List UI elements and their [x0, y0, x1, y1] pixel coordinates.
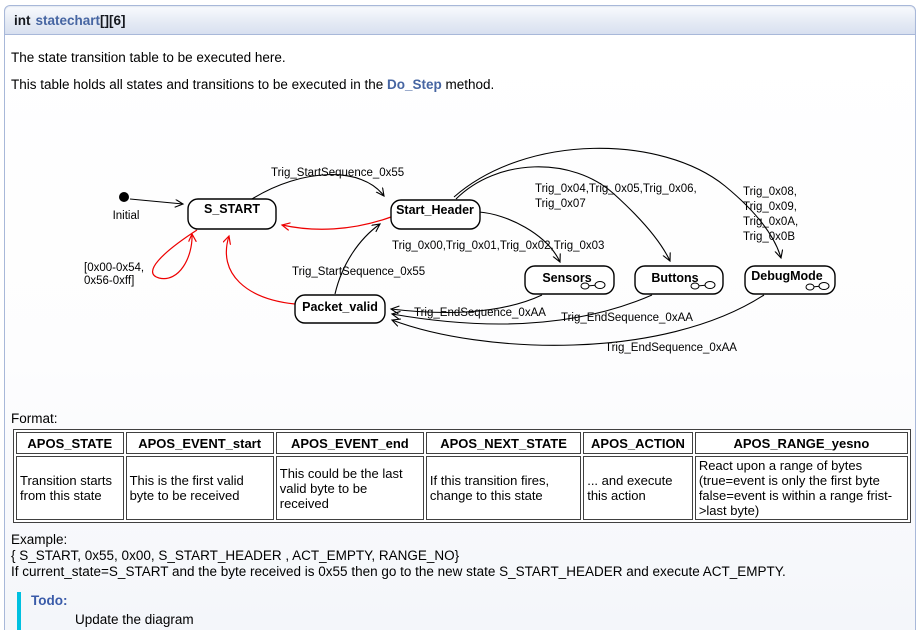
example-explanation: If current_state=S_START and the byte re… — [11, 564, 909, 579]
cell-apos-next-state: If this transition fires, change to this… — [426, 456, 581, 520]
member-documentation: The state transition table to be execute… — [4, 35, 916, 630]
transition-startheader-to-sensors — [479, 212, 560, 262]
label-to-sensors: Trig_0x00,Trig_0x01,Trig_0x02,Trig_0x03 — [392, 240, 604, 252]
doc-brief: The state transition table to be execute… — [11, 35, 909, 65]
label-to-debug-line4: Trig_0x0B — [743, 231, 795, 243]
cell-apos-state: Transition starts from this state — [16, 456, 124, 520]
label-end-sequence-buttons: Trig_EndSequence_0xAA — [561, 312, 693, 324]
label-end-sequence-sensors: Trig_EndSequence_0xAA — [414, 307, 546, 319]
doc-detail-text: This table holds all states and transiti… — [11, 77, 387, 92]
transition-sstart-selfloop-error — [153, 230, 197, 279]
example-code: { S_START, 0x55, 0x00, S_START_HEADER , … — [11, 548, 909, 564]
todo-block: Todo: Update the diagram — [17, 592, 909, 630]
format-table-body-row: Transition starts from this state This i… — [16, 456, 908, 520]
label-to-buttons-line1: Trig_0x04,Trig_0x05,Trig_0x06, — [535, 183, 697, 195]
label-to-debug-line2: Trig_0x09, — [743, 201, 797, 213]
col-header-apos-event-end: APOS_EVENT_end — [276, 432, 424, 454]
label-start-sequence-mid: Trig_StartSequence_0x55 — [292, 266, 425, 278]
todo-label: Todo: — [31, 593, 909, 608]
example-block: Example: { S_START, 0x55, 0x00, S_START_… — [11, 532, 909, 564]
example-label: Example: — [11, 532, 909, 548]
do-step-link[interactable]: Do_Step — [387, 77, 442, 92]
member-item: int statechart[][6] The state transition … — [4, 5, 916, 630]
label-error-range-line2: 0x56-0xff] — [84, 275, 134, 287]
transition-initial-to-sstart — [130, 199, 183, 204]
todo-text: Update the diagram — [75, 612, 909, 627]
cell-apos-event-start: This is the first valid byte to be recei… — [126, 456, 274, 520]
statechart-diagram: Initial S_START Start_Header Sensors But… — [7, 94, 916, 402]
label-to-debug-line1: Trig_0x08, — [743, 186, 797, 198]
doc-detail-tail: method. — [442, 77, 495, 92]
col-header-apos-action: APOS_ACTION — [583, 432, 693, 454]
member-name-link[interactable]: statechart — [36, 13, 101, 28]
initial-state-dot — [119, 192, 129, 202]
label-end-sequence-debug: Trig_EndSequence_0xAA — [605, 342, 737, 354]
col-header-apos-state: APOS_STATE — [16, 432, 124, 454]
col-header-apos-event-start: APOS_EVENT_start — [126, 432, 274, 454]
state-label-start-header: Start_Header — [396, 203, 474, 217]
format-table-header-row: APOS_STATE APOS_EVENT_start APOS_EVENT_e… — [16, 432, 908, 454]
label-start-sequence-top: Trig_StartSequence_0x55 — [271, 167, 404, 179]
state-label-buttons: Buttons — [651, 271, 698, 285]
format-label: Format: — [11, 411, 909, 426]
member-prototype-header: int statechart[][6] — [4, 5, 916, 35]
label-error-range-line1: [0x00-0x54, — [84, 262, 144, 274]
cell-apos-event-end: This could be the last valid byte to be … — [276, 456, 424, 520]
doxygen-page: int statechart[][6] The state transition … — [0, 0, 924, 633]
cell-apos-action: ... and execute this action — [583, 456, 693, 520]
cell-apos-range-yesno: React upon a range of bytes (true=event … — [695, 456, 908, 520]
member-return-type: int — [14, 13, 31, 28]
member-array-suffix: [][6] — [100, 13, 126, 28]
transition-packetvalid-to-startheader — [335, 224, 380, 294]
col-header-apos-range-yesno: APOS_RANGE_yesno — [695, 432, 908, 454]
doc-detail: This table holds all states and transiti… — [11, 65, 909, 92]
label-to-buttons-line2: Trig_0x07 — [535, 198, 586, 210]
initial-state-label: Initial — [113, 210, 140, 222]
col-header-apos-next-state: APOS_NEXT_STATE — [426, 432, 581, 454]
state-label-s-start: S_START — [204, 202, 260, 216]
state-label-packet-valid: Packet_valid — [302, 300, 378, 314]
state-label-debugmode: DebugMode — [751, 269, 823, 283]
transition-packetvalid-to-sstart-error — [226, 236, 295, 304]
format-table: APOS_STATE APOS_EVENT_start APOS_EVENT_e… — [13, 429, 911, 523]
label-to-debug-line3: Trig_0x0A, — [743, 216, 798, 228]
